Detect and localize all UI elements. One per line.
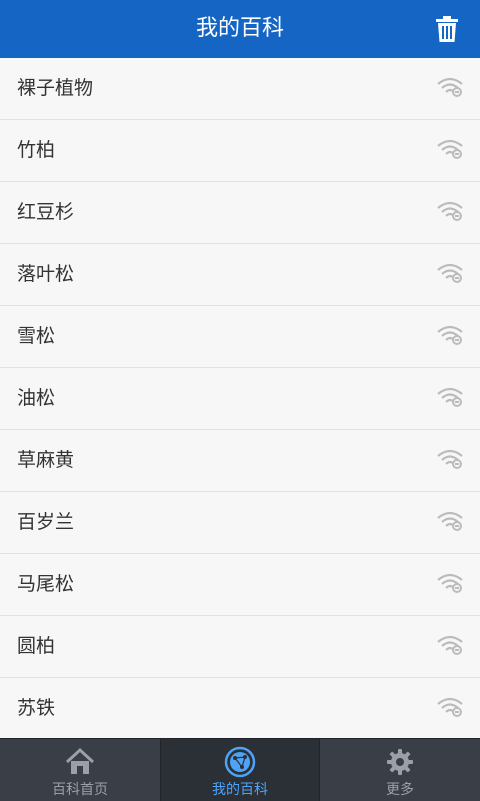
tab-home-label: 百科首页: [52, 782, 108, 798]
gear-icon: [387, 749, 413, 775]
list-item-label: 草麻黄: [17, 449, 75, 471]
home-icon: [65, 747, 95, 774]
offline-status-icon: [437, 263, 463, 283]
list-item[interactable]: 苏铁: [0, 678, 480, 738]
delete-button[interactable]: [432, 14, 462, 44]
offline-status-icon: [437, 139, 463, 159]
list-item-label: 油松: [17, 387, 56, 409]
offline-status-icon: [437, 573, 463, 593]
tab-more-label: 更多: [386, 782, 414, 798]
offline-status-icon: [437, 511, 463, 531]
tab-more[interactable]: 更多: [320, 739, 480, 801]
offline-status-icon: [437, 697, 463, 717]
tab-my-encyclopedia[interactable]: 我的百科: [160, 739, 320, 801]
list-item[interactable]: 竹柏: [0, 120, 480, 182]
app-header: 我的百科: [0, 0, 480, 59]
list-item[interactable]: 油松: [0, 368, 480, 430]
bottom-tab-bar: 百科首页 我的百科 更多: [0, 738, 480, 801]
list-item[interactable]: 圆柏: [0, 616, 480, 678]
list-item-label: 苏铁: [17, 697, 56, 719]
trash-icon: [436, 16, 458, 42]
list-item-label: 竹柏: [17, 139, 56, 161]
list-item-label: 裸子植物: [17, 77, 94, 99]
list-item[interactable]: 红豆杉: [0, 182, 480, 244]
encyclopedia-list: 裸子植物 竹柏 红豆杉 落叶松 雪松 油松 草麻黄 百岁兰 马尾松 圆柏 苏铁: [0, 58, 480, 738]
list-item[interactable]: 裸子植物: [0, 58, 480, 120]
list-item[interactable]: 百岁兰: [0, 492, 480, 554]
offline-status-icon: [437, 635, 463, 655]
offline-status-icon: [437, 77, 463, 97]
list-item-label: 雪松: [17, 325, 56, 347]
page-title: 我的百科: [195, 16, 284, 41]
list-item[interactable]: 马尾松: [0, 554, 480, 616]
list-item[interactable]: 草麻黄: [0, 430, 480, 492]
list-item-label: 百岁兰: [17, 511, 75, 533]
offline-status-icon: [437, 449, 463, 469]
list-item-label: 落叶松: [17, 263, 75, 285]
offline-status-icon: [437, 325, 463, 345]
tab-my-encyclopedia-label: 我的百科: [212, 782, 268, 798]
list-item-label: 马尾松: [17, 573, 75, 595]
tab-home[interactable]: 百科首页: [0, 739, 160, 801]
list-item-label: 红豆杉: [17, 201, 75, 223]
list-item[interactable]: 落叶松: [0, 244, 480, 306]
offline-status-icon: [437, 387, 463, 407]
offline-status-icon: [437, 201, 463, 221]
list-item[interactable]: 雪松: [0, 306, 480, 368]
list-item-label: 圆柏: [17, 635, 56, 657]
network-icon: [224, 746, 256, 778]
